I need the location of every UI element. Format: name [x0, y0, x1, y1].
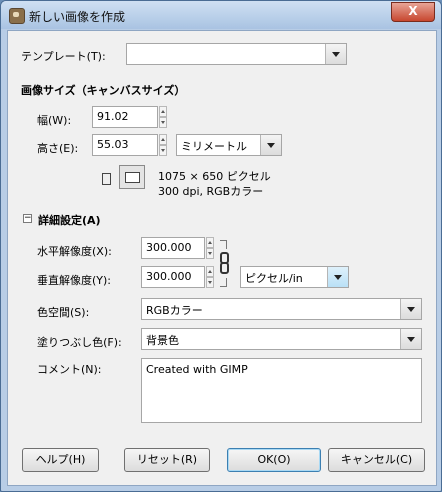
colorspace-value: RGBカラー: [146, 304, 203, 317]
spin-down-icon[interactable]: [159, 117, 167, 128]
colorspace-label: 色空間(S):: [37, 306, 90, 319]
gimp-icon: [9, 8, 25, 24]
chevron-down-icon[interactable]: [400, 299, 421, 319]
size-info-pixels: 1075 × 650 ピクセル: [158, 170, 271, 183]
height-spinner[interactable]: [159, 134, 167, 156]
colorspace-combo[interactable]: RGBカラー: [141, 298, 422, 320]
chevron-down-icon[interactable]: [325, 44, 346, 64]
width-spinner[interactable]: [159, 106, 167, 128]
comment-label: コメント(N):: [37, 363, 102, 376]
collapse-icon[interactable]: −: [23, 214, 32, 223]
template-label: テンプレート(T):: [21, 50, 106, 63]
size-unit-combo[interactable]: ミリメートル: [176, 134, 282, 156]
height-input[interactable]: 55.03: [92, 134, 158, 156]
spin-down-icon[interactable]: [159, 145, 167, 156]
size-info-dpi: 300 dpi, RGBカラー: [158, 185, 264, 198]
xres-label: 水平解像度(X):: [37, 245, 112, 258]
ok-button[interactable]: OK(O): [227, 448, 321, 472]
cancel-button[interactable]: キャンセル(C): [328, 448, 425, 472]
window-title: 新しい画像を作成: [29, 10, 126, 24]
reset-button[interactable]: リセット(R): [124, 448, 210, 472]
dialog-body: テンプレート(T): 画像サイズ（キャンバスサイズ） 幅(W): 91.02 高…: [7, 30, 437, 486]
resolution-unit-value: ピクセル/in: [245, 272, 303, 285]
chain-bracket-top: [220, 240, 227, 249]
spin-up-icon[interactable]: [159, 134, 167, 145]
spin-up-icon[interactable]: [206, 237, 214, 248]
landscape-icon: [125, 172, 140, 183]
xres-input[interactable]: 300.000: [141, 237, 205, 259]
yres-label: 垂直解像度(Y):: [37, 274, 112, 287]
title-bar[interactable]: 新しい画像を作成 X: [1, 1, 441, 29]
height-label: 高さ(E):: [37, 142, 79, 155]
close-button[interactable]: X: [391, 2, 435, 22]
chevron-down-icon[interactable]: [260, 135, 281, 155]
comment-textarea[interactable]: Created with GIMP: [141, 358, 422, 423]
width-label: 幅(W):: [37, 114, 72, 127]
help-button[interactable]: ヘルプ(H): [22, 448, 99, 472]
width-input[interactable]: 91.02: [92, 106, 158, 128]
landscape-button[interactable]: [119, 165, 145, 189]
fill-label: 塗りつぶし色(F):: [37, 336, 122, 349]
portrait-icon[interactable]: [100, 172, 112, 186]
chain-bracket-bottom: [220, 278, 227, 287]
chevron-down-icon[interactable]: [327, 267, 348, 287]
yres-input[interactable]: 300.000: [141, 266, 205, 288]
chain-link-icon[interactable]: [219, 252, 229, 274]
image-size-heading: 画像サイズ（キャンバスサイズ）: [21, 84, 186, 97]
spin-up-icon[interactable]: [206, 266, 214, 277]
resolution-unit-combo[interactable]: ピクセル/in: [240, 266, 349, 288]
xres-spinner[interactable]: [206, 237, 214, 259]
fill-combo[interactable]: 背景色: [141, 328, 422, 350]
spin-down-icon[interactable]: [206, 248, 214, 259]
yres-spinner[interactable]: [206, 266, 214, 288]
spin-down-icon[interactable]: [206, 277, 214, 288]
advanced-heading[interactable]: 詳細設定(A): [38, 212, 101, 228]
spin-up-icon[interactable]: [159, 106, 167, 117]
chevron-down-icon[interactable]: [400, 329, 421, 349]
fill-value: 背景色: [146, 334, 179, 347]
size-unit-value: ミリメートル: [181, 140, 247, 153]
template-combo[interactable]: [126, 43, 347, 65]
new-image-dialog: 新しい画像を作成 X テンプレート(T): 画像サイズ（キャンバスサイズ） 幅(…: [0, 0, 442, 492]
